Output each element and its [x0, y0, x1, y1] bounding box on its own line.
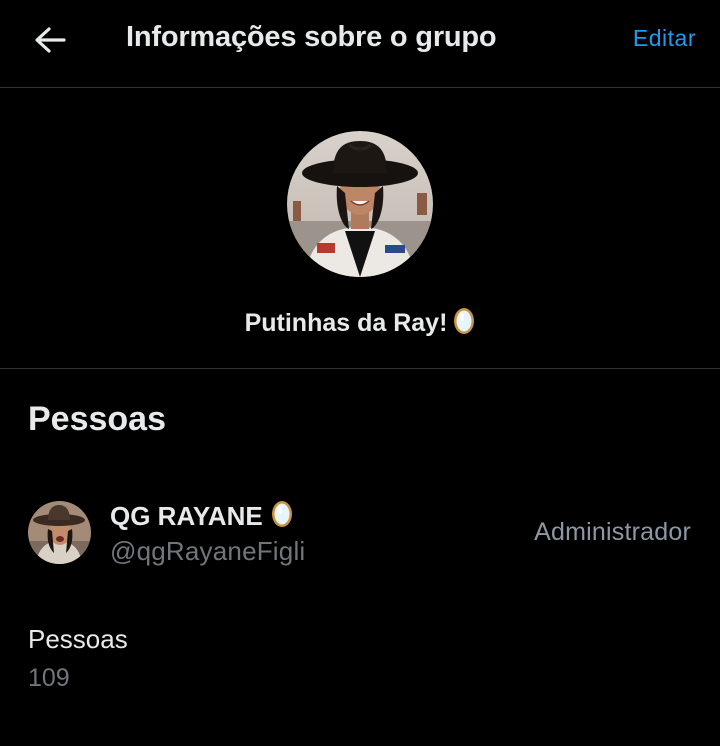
mirror-icon	[271, 500, 293, 533]
people-section-heading: Pessoas	[28, 400, 166, 438]
member-row[interactable]: QG RAYANE @qgRayaneFigli Administrador	[0, 492, 720, 576]
member-handle: @qgRayaneFigli	[110, 536, 306, 566]
group-name-row: Putinhas da Ray!	[0, 307, 720, 340]
member-name-row: QG RAYANE	[110, 500, 293, 533]
member-avatar[interactable]	[28, 501, 91, 564]
mirror-icon	[453, 307, 475, 340]
member-count-value: 109	[28, 664, 70, 692]
member-count-label: Pessoas	[28, 624, 128, 654]
group-info: Putinhas da Ray!	[0, 89, 720, 369]
member-name: QG RAYANE	[110, 501, 263, 531]
edit-button[interactable]: Editar	[633, 25, 696, 52]
arrow-left-icon	[35, 27, 66, 53]
group-name: Putinhas da Ray!	[244, 309, 448, 337]
page-title: Informações sobre o grupo	[126, 21, 497, 53]
top-bar: Informações sobre o grupo Editar	[0, 0, 720, 88]
member-role-badge: Administrador	[534, 518, 691, 546]
group-avatar[interactable]	[287, 131, 433, 277]
back-button[interactable]	[26, 20, 74, 60]
